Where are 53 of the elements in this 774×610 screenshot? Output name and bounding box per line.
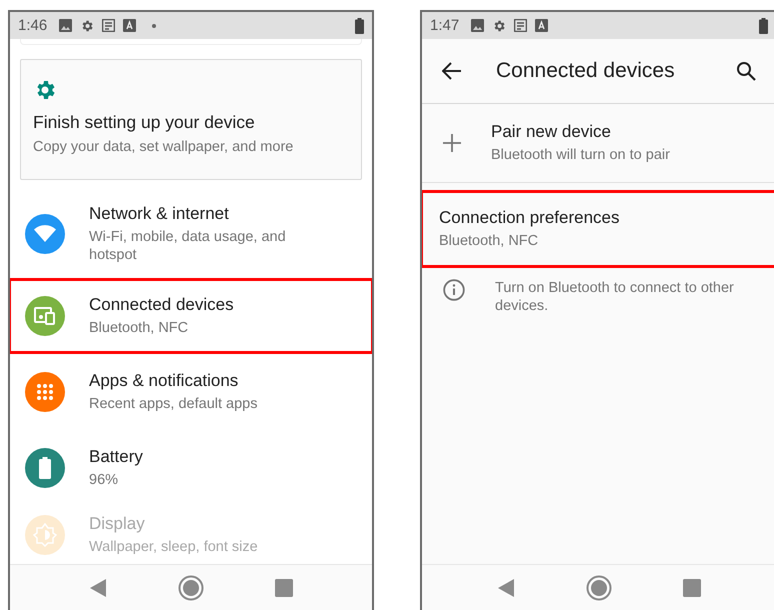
item-subtitle: Bluetooth will turn on to pair xyxy=(491,146,670,164)
item-subtitle: 96% xyxy=(89,471,120,489)
home-icon[interactable] xyxy=(586,574,612,600)
status-time: 1:46 xyxy=(18,17,48,34)
search-icon[interactable] xyxy=(736,61,756,81)
settings-item[interactable]: Network & internet Wi-Fi, mobile, data usage, and hotspot xyxy=(10,190,372,278)
item-title: Apps & notifications xyxy=(89,371,240,391)
home-icon[interactable] xyxy=(178,574,204,600)
settings-icon xyxy=(80,18,94,32)
item-subtitle: Recent apps, default apps xyxy=(89,395,258,413)
battery-icon xyxy=(39,457,51,479)
settings-item[interactable]: Battery 96% xyxy=(10,430,372,506)
image-icon xyxy=(471,19,484,32)
notes-icon xyxy=(514,19,528,32)
plus-icon xyxy=(443,134,461,152)
suggestion-card[interactable]: Finish setting up your device Copy your data, set wallpaper, and more xyxy=(20,59,362,180)
card-subtitle: Copy your data, set wallpaper, and more xyxy=(33,139,294,155)
info-icon xyxy=(443,279,465,301)
back-arrow-icon[interactable] xyxy=(442,62,462,80)
notes-icon xyxy=(102,19,116,32)
item-title: Connection preferences xyxy=(439,208,620,228)
devices-icon xyxy=(34,307,56,325)
brightness-icon xyxy=(33,523,57,547)
recents-icon[interactable] xyxy=(275,578,293,596)
settings-item[interactable]: Connection preferences Bluetooth, NFC xyxy=(422,190,774,268)
item-subtitle: Bluetooth, NFC xyxy=(89,319,190,337)
recents-icon[interactable] xyxy=(683,578,701,596)
settings-item[interactable]: Pair new device Bluetooth will turn on to pair xyxy=(422,104,774,182)
item-title: Display xyxy=(89,514,146,534)
status-time: 1:47 xyxy=(430,17,460,34)
settings-icon xyxy=(492,18,506,32)
app-icon xyxy=(535,19,548,32)
battery-icon xyxy=(759,18,768,34)
item-title: Pair new device xyxy=(491,122,612,142)
settings-item[interactable]: Connected devices Bluetooth, NFC xyxy=(10,278,372,354)
item-subtitle: Bluetooth, NFC xyxy=(439,232,540,250)
settings-item[interactable]: Apps & notifications Recent apps, default apps xyxy=(10,354,372,430)
apps-grid-icon xyxy=(36,383,54,401)
dot-icon xyxy=(152,24,156,28)
card-title: Finish setting up your device xyxy=(33,112,256,133)
battery-icon xyxy=(355,18,364,34)
back-icon[interactable] xyxy=(497,578,515,598)
item-subtitle: Turn on Bluetooth to connect to other devices. xyxy=(495,279,735,315)
app-icon xyxy=(123,19,136,32)
back-icon[interactable] xyxy=(89,578,107,598)
item-subtitle: Wallpaper, sleep, font size xyxy=(89,538,258,556)
item-title: Battery xyxy=(89,447,143,467)
item-title: Network & internet xyxy=(89,204,230,224)
image-icon xyxy=(59,19,72,32)
page-title: Connected devices xyxy=(496,59,676,83)
item-subtitle: Wi-Fi, mobile, data usage, and hotspot xyxy=(89,228,287,264)
wifi-icon xyxy=(34,225,56,243)
item-title: Connected devices xyxy=(89,295,234,315)
